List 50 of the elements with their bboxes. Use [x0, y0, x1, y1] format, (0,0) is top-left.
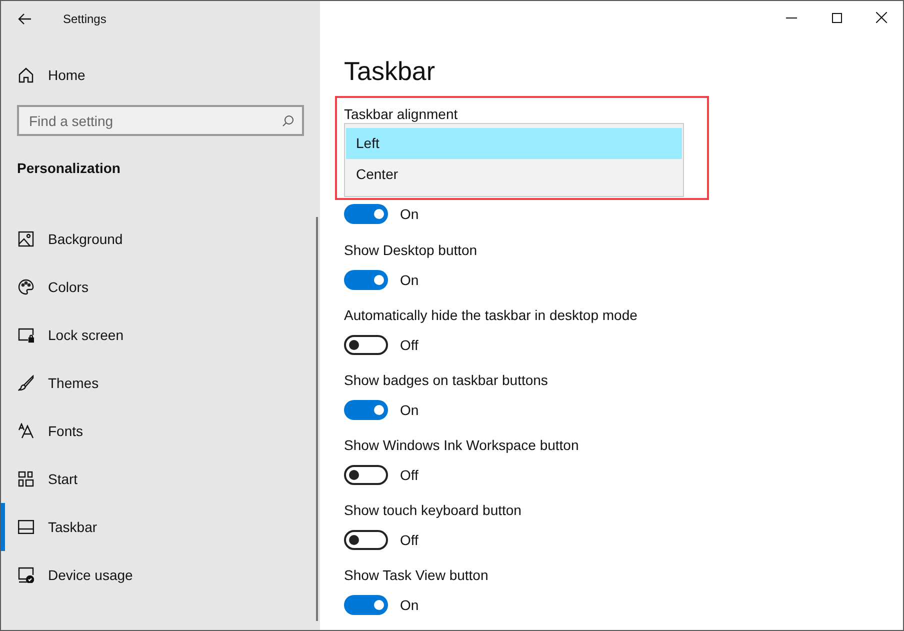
picture-icon	[18, 231, 34, 247]
nav-item[interactable]: Fonts	[1, 407, 320, 455]
setting-label: Show badges on taskbar buttons	[344, 371, 549, 390]
search-icon	[282, 115, 294, 127]
brush-icon	[18, 375, 34, 391]
toggle-switch[interactable]	[344, 270, 388, 290]
dropdown-option[interactable]: Left	[346, 128, 682, 159]
page-title: Taskbar	[344, 55, 436, 88]
toggle-state: On	[400, 204, 419, 224]
setting-label: Show Desktop button	[344, 241, 478, 260]
nav-item[interactable]: Lock screen	[1, 311, 320, 359]
close-icon[interactable]	[876, 12, 887, 23]
toggle-switch[interactable]	[344, 204, 388, 224]
setting-label: Automatically hide the taskbar in desktop mode	[344, 306, 638, 325]
tiles-icon	[18, 471, 34, 487]
home-link[interactable]: Home	[1, 63, 320, 87]
nav-item[interactable]: Colors	[1, 263, 320, 311]
toggle-switch[interactable]	[344, 465, 388, 485]
nav-item[interactable]: Start	[1, 455, 320, 503]
search-field[interactable]: Find a setting	[17, 105, 304, 136]
window-title: Settings	[63, 10, 106, 28]
setting-label: Show Windows Ink Workspace button	[344, 436, 580, 455]
lock-screen-icon	[18, 327, 34, 343]
toggle-state: On	[400, 596, 419, 614]
palette-icon	[18, 279, 34, 295]
back-icon[interactable]	[18, 12, 32, 24]
fonts-icon	[18, 423, 34, 439]
toggle-state: Off	[400, 336, 418, 354]
scrollbar[interactable]	[316, 217, 318, 621]
toggle-switch[interactable]	[344, 530, 388, 550]
setting-label: Show touch keyboard button	[344, 501, 522, 520]
nav-item[interactable]: Themes	[1, 359, 320, 407]
toggle-state: On	[400, 400, 419, 420]
taskbar-icon	[18, 520, 34, 534]
dropdown-label: Taskbar alignment	[344, 105, 459, 123]
toggle-switch[interactable]	[344, 400, 388, 420]
setting-label: Show Task View button	[344, 566, 490, 585]
device-check-icon	[18, 567, 34, 583]
nav-item[interactable]: Device usage	[1, 551, 320, 599]
maximize-icon[interactable]	[832, 12, 842, 22]
toggle-switch[interactable]	[344, 595, 388, 615]
minimize-icon[interactable]	[786, 16, 797, 18]
toggle-state: Off	[400, 530, 418, 550]
toggle-state: On	[400, 270, 419, 290]
dropdown-option[interactable]: Center	[346, 159, 682, 190]
nav-item[interactable]: Background	[1, 215, 320, 263]
section-heading: Personalization	[17, 159, 122, 178]
home-icon	[18, 67, 34, 83]
toggle-state: Off	[400, 466, 418, 484]
toggle-switch[interactable]	[344, 335, 388, 355]
